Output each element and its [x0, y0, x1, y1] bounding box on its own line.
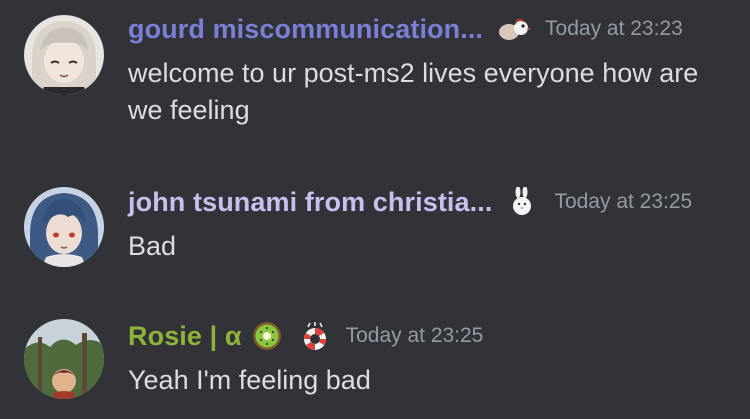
message-content: Yeah I'm feeling bad	[128, 365, 371, 395]
username[interactable]: Rosie | α	[128, 321, 242, 352]
message-header: john tsunami from christia... Today at 2…	[128, 182, 692, 222]
username[interactable]: john tsunami from christia...	[128, 187, 492, 218]
rabbit-emoji-icon	[506, 187, 540, 217]
username[interactable]: gourd miscommunication...	[128, 14, 483, 45]
chat-message-list: gourd miscommunication... Today at 23:23…	[0, 0, 750, 419]
avatar[interactable]	[24, 319, 104, 399]
message-content: welcome to ur post-ms2 lives everyone ho…	[128, 58, 699, 125]
message-header: Rosie | α Today at 23:25	[128, 316, 483, 356]
message-content: Bad	[128, 231, 177, 261]
avatar[interactable]	[24, 15, 104, 95]
timestamp: Today at 23:23	[545, 17, 683, 40]
message-header: gourd miscommunication... Today at 23:23	[128, 9, 683, 49]
kiwi-emoji-icon	[250, 321, 284, 351]
timestamp: Today at 23:25	[345, 324, 484, 347]
lifebuoy-emoji-icon	[298, 321, 332, 351]
avatar[interactable]	[24, 187, 104, 267]
timestamp: Today at 23:25	[554, 190, 693, 213]
bird-emoji-icon	[497, 14, 532, 44]
